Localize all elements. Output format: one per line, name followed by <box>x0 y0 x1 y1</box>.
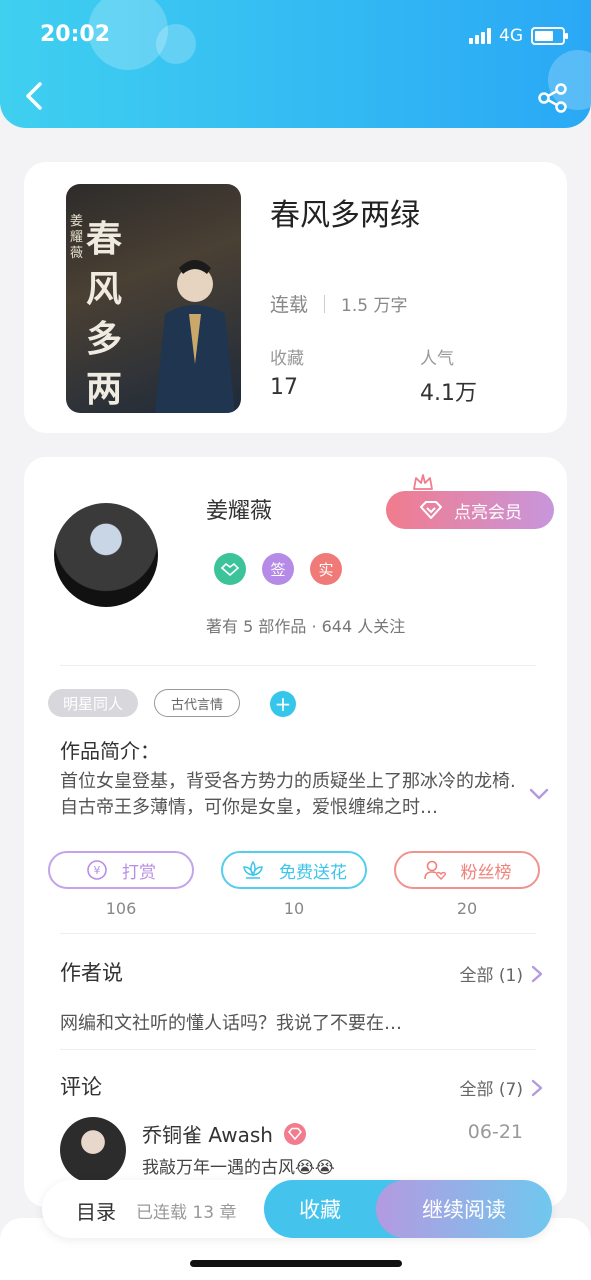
author-name[interactable]: 姜耀薇 <box>206 493 272 525</box>
add-tag-icon[interactable]: + <box>270 691 296 717</box>
status-indicators: 4G <box>469 26 568 46</box>
chevron-right-icon <box>531 965 543 982</box>
back-chevron-icon[interactable] <box>20 80 50 112</box>
tag-chip[interactable]: 古代言情 <box>154 689 240 717</box>
expand-chevron-icon[interactable] <box>529 787 549 801</box>
author-says-more-label: 全部 (1) <box>459 966 523 986</box>
chapter-count: 已连载 13 章 <box>136 1203 237 1223</box>
bottom-action-bar: 目录 已连载 13 章 收藏 继续阅读 <box>42 1180 552 1238</box>
signal-icon <box>469 28 491 44</box>
author-says-text[interactable]: 网编和文社听的懂人话吗？我说了不要在… <box>60 1009 402 1035</box>
collect-value: 17 <box>270 375 298 400</box>
home-indicator[interactable] <box>190 1260 402 1267</box>
divider <box>60 1049 536 1050</box>
divider <box>60 665 536 666</box>
popularity-label: 人气 <box>420 349 454 369</box>
toc-button[interactable]: 目录 <box>76 1196 116 1225</box>
cover-author: 姜耀薇 <box>70 214 84 261</box>
header: 20:02 4G <box>0 0 591 128</box>
book-title: 春风多两绿 <box>270 198 420 233</box>
comment-date: 06-21 <box>467 1121 523 1143</box>
serial-status: 连载 <box>270 294 309 316</box>
book-info-card: 姜耀薇 春风多两绿 春风多两绿 连载 1.5 万字 收藏 17 人气 4.1万 <box>24 162 567 433</box>
handshake-icon[interactable] <box>214 553 246 585</box>
flower-count: 10 <box>283 899 305 918</box>
popularity-value: 4.1万 <box>420 381 477 406</box>
commenter-avatar[interactable] <box>60 1117 126 1183</box>
svg-text:¥: ¥ <box>94 864 101 877</box>
diamond-icon <box>420 501 442 519</box>
author-works-info: 著有 5 部作品 · 644 人关注 <box>206 617 406 636</box>
author-badges: 签 实 <box>214 553 342 585</box>
author-says-more[interactable]: 全部 (1) <box>460 961 543 986</box>
collect-button-label: 收藏 <box>299 1198 341 1222</box>
share-icon[interactable] <box>537 82 569 114</box>
divider <box>60 933 536 934</box>
free-flower-button[interactable]: 免费送花 <box>221 851 367 889</box>
fan-ranking-button[interactable]: 粉丝榜 <box>394 851 540 889</box>
status-time: 20:02 <box>40 22 111 47</box>
book-cover[interactable]: 姜耀薇 春风多两绿 <box>66 184 241 413</box>
yen-coin-icon: ¥ <box>87 860 107 880</box>
commenter-row: 乔铜雀 Awash <box>142 1119 307 1148</box>
reward-count: 106 <box>105 899 137 918</box>
signed-badge[interactable]: 签 <box>262 553 294 585</box>
intro-text[interactable]: 首位女皇登基，背受各方势力的质疑坐上了那冰冷的龙椅.自古帝王多薄情，可你是女皇，… <box>60 769 520 821</box>
comments-more[interactable]: 全部 (7) <box>460 1075 543 1100</box>
user-heart-icon <box>423 860 446 880</box>
vip-diamond-icon <box>283 1122 306 1145</box>
popularity-stat: 人气 4.1万 <box>420 344 477 407</box>
reward-label: 打赏 <box>122 862 156 883</box>
continue-reading-label: 继续阅读 <box>422 1198 506 1222</box>
comment-text[interactable]: 我敲万年一遇的古风😭😭 <box>142 1153 335 1178</box>
vip-button-label: 点亮会员 <box>454 502 522 523</box>
free-flower-label: 免费送花 <box>279 862 347 883</box>
comments-heading: 评论 <box>60 1075 102 1099</box>
chevron-right-icon <box>531 1079 543 1096</box>
commenter-name[interactable]: 乔铜雀 Awash <box>142 1119 273 1148</box>
word-count: 1.5 万字 <box>341 296 408 316</box>
book-status-row: 连载 1.5 万字 <box>270 290 407 317</box>
intro-heading: 作品简介： <box>60 739 160 763</box>
verified-badge[interactable]: 实 <box>310 553 342 585</box>
author-says-heading: 作者说 <box>60 961 123 985</box>
battery-icon <box>531 27 568 45</box>
light-vip-button[interactable]: 点亮会员 <box>386 491 554 529</box>
network-label: 4G <box>499 26 523 46</box>
continue-reading-button[interactable]: 继续阅读 <box>376 1180 552 1238</box>
crown-icon <box>413 474 433 490</box>
collect-stat: 收藏 17 <box>270 344 304 400</box>
author-avatar[interactable] <box>54 503 158 607</box>
tag-chip[interactable]: 明星同人 <box>48 689 138 717</box>
fan-ranking-label: 粉丝榜 <box>460 862 512 883</box>
divider <box>324 294 326 313</box>
collect-label: 收藏 <box>270 349 304 369</box>
fan-count: 20 <box>456 899 478 918</box>
decor-bubble <box>156 24 196 64</box>
cover-figure-illustration <box>155 260 235 413</box>
lotus-flower-icon <box>243 860 263 879</box>
comments-more-label: 全部 (7) <box>459 1080 523 1100</box>
cover-title: 春风多两绿 <box>86 218 123 410</box>
book-detail-card: 姜耀薇 点亮会员 签 实 著有 5 部作品 · 644 人关注 明星同人 古代言… <box>24 457 567 1207</box>
reward-button[interactable]: ¥ 打赏 <box>48 851 194 889</box>
